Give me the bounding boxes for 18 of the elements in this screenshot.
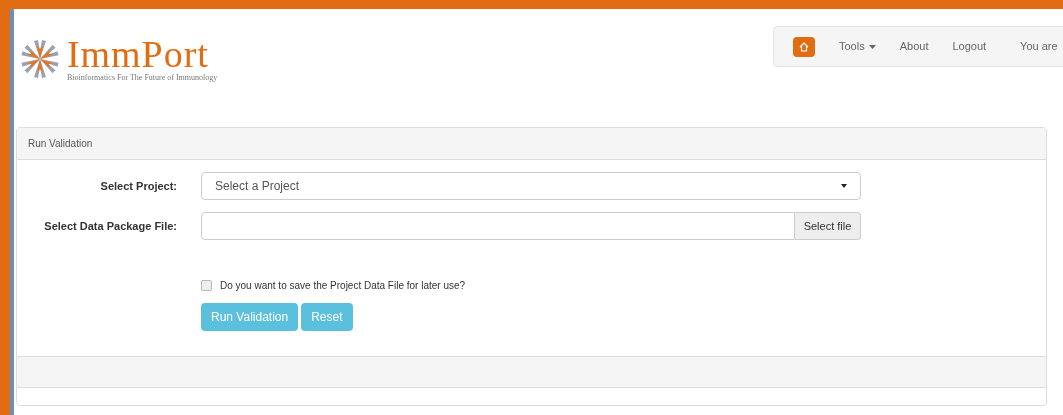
home-icon bbox=[799, 41, 809, 52]
file-path-field[interactable] bbox=[201, 212, 795, 240]
home-button[interactable] bbox=[793, 36, 815, 57]
checkbox-label: Do you want to save the Project Data File for later use? bbox=[220, 279, 466, 293]
field-label: Select Data Package File: bbox=[43, 218, 177, 234]
field-label: Select Project: bbox=[99, 178, 177, 194]
nav-link[interactable]: Logout bbox=[952, 38, 987, 55]
logo-title: ImmPort bbox=[67, 35, 209, 73]
select-file-button[interactable]: Select file bbox=[795, 212, 861, 240]
save-checkbox[interactable] bbox=[201, 280, 212, 291]
logo-tagline: Bioinformatics For The Future of Immunology bbox=[67, 73, 218, 83]
caret-icon bbox=[868, 44, 876, 49]
nav-link[interactable]: About bbox=[899, 38, 929, 55]
panel-title: Run Validation bbox=[28, 137, 93, 151]
caret-icon bbox=[841, 184, 847, 188]
user-greeting: You are bbox=[1020, 39, 1058, 55]
project-select[interactable]: Select a Project bbox=[201, 172, 861, 200]
tools-menu[interactable]: Tools bbox=[839, 38, 876, 55]
